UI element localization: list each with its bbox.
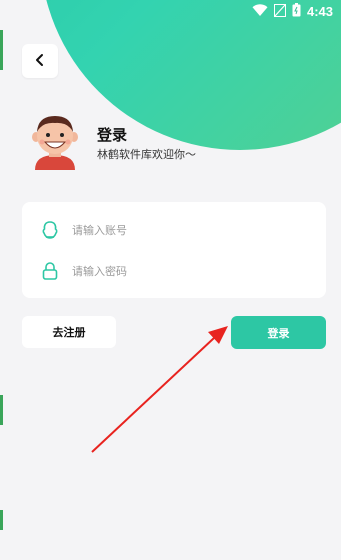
edge-strip: [0, 30, 3, 70]
login-screen: 4:43 登录 林鹤软件库欢迎你～ 请输入账号 请输入密码 去注册 登录: [0, 0, 341, 560]
account-input[interactable]: 请输入账号: [72, 222, 127, 238]
wifi-icon: [252, 3, 268, 20]
avatar: [30, 112, 80, 170]
status-time: 4:43: [306, 4, 333, 19]
status-bar: 4:43: [0, 0, 341, 22]
login-form-card: 请输入账号 请输入密码: [22, 202, 326, 298]
register-button[interactable]: 去注册: [22, 316, 116, 348]
account-field[interactable]: 请输入账号: [40, 220, 127, 240]
back-button[interactable]: [22, 44, 58, 78]
lock-icon: [40, 261, 60, 281]
welcome-subtitle: 林鹤软件库欢迎你～: [97, 148, 196, 161]
chevron-left-icon: [34, 52, 46, 71]
user-outline-icon: [40, 220, 60, 240]
battery-icon: [292, 3, 301, 20]
edge-strip: [0, 395, 3, 425]
page-title: 登录: [97, 126, 128, 144]
decorative-circle: [40, 0, 341, 150]
edge-strip: [0, 510, 3, 530]
login-button[interactable]: 登录: [231, 316, 326, 349]
password-field[interactable]: 请输入密码: [40, 261, 127, 281]
signal-muted-icon: [273, 3, 286, 20]
password-input[interactable]: 请输入密码: [72, 263, 127, 279]
